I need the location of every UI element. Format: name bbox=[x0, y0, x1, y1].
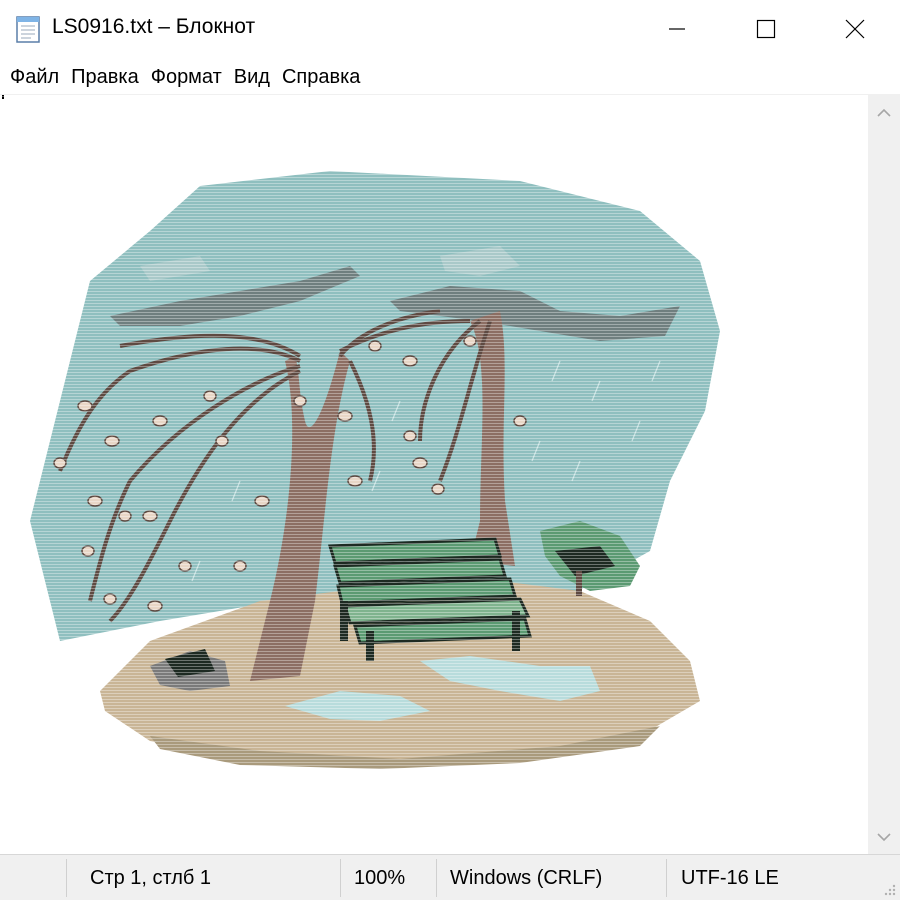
encoding: UTF-16 LE bbox=[681, 867, 779, 889]
maximize-icon bbox=[756, 19, 776, 39]
ascii-art-picture bbox=[0, 95, 868, 855]
menu-edit[interactable]: Правка bbox=[65, 58, 145, 94]
menu-bar: Файл Правка Формат Вид Справка bbox=[0, 58, 900, 94]
menu-file[interactable]: Файл bbox=[4, 58, 65, 94]
minimize-button[interactable] bbox=[632, 0, 722, 58]
text-editor-area[interactable] bbox=[0, 94, 868, 855]
notepad-icon bbox=[16, 16, 40, 43]
close-button[interactable] bbox=[810, 0, 900, 58]
menu-view[interactable]: Вид bbox=[228, 58, 276, 94]
menu-help[interactable]: Справка bbox=[276, 58, 366, 94]
scroll-up-button[interactable] bbox=[868, 98, 900, 128]
scanline-overlay bbox=[0, 95, 868, 855]
close-icon bbox=[845, 19, 865, 39]
minimize-icon bbox=[669, 28, 685, 30]
status-bar: Стр 1, стлб 1 100% Windows (CRLF) UTF-16… bbox=[0, 854, 900, 900]
title-bar[interactable]: LS0916.txt – Блокнот bbox=[0, 0, 900, 58]
chevron-up-icon bbox=[877, 108, 891, 117]
chevron-down-icon bbox=[877, 833, 891, 842]
resize-grip-icon[interactable] bbox=[882, 882, 896, 896]
cursor-position: Стр 1, стлб 1 bbox=[90, 867, 212, 889]
status-separator bbox=[340, 859, 341, 897]
status-separator bbox=[436, 859, 437, 897]
line-ending: Windows (CRLF) bbox=[450, 867, 603, 889]
zoom-level: 100% bbox=[354, 867, 406, 889]
notepad-window: LS0916.txt – Блокнот Файл Правка Формат … bbox=[0, 0, 900, 900]
scroll-down-button[interactable] bbox=[868, 822, 900, 852]
menu-format[interactable]: Формат bbox=[145, 58, 228, 94]
status-separator bbox=[666, 859, 667, 897]
maximize-button[interactable] bbox=[721, 0, 811, 58]
window-title: LS0916.txt – Блокнот bbox=[52, 15, 256, 38]
vertical-scrollbar[interactable] bbox=[868, 94, 900, 854]
status-separator bbox=[66, 859, 67, 897]
